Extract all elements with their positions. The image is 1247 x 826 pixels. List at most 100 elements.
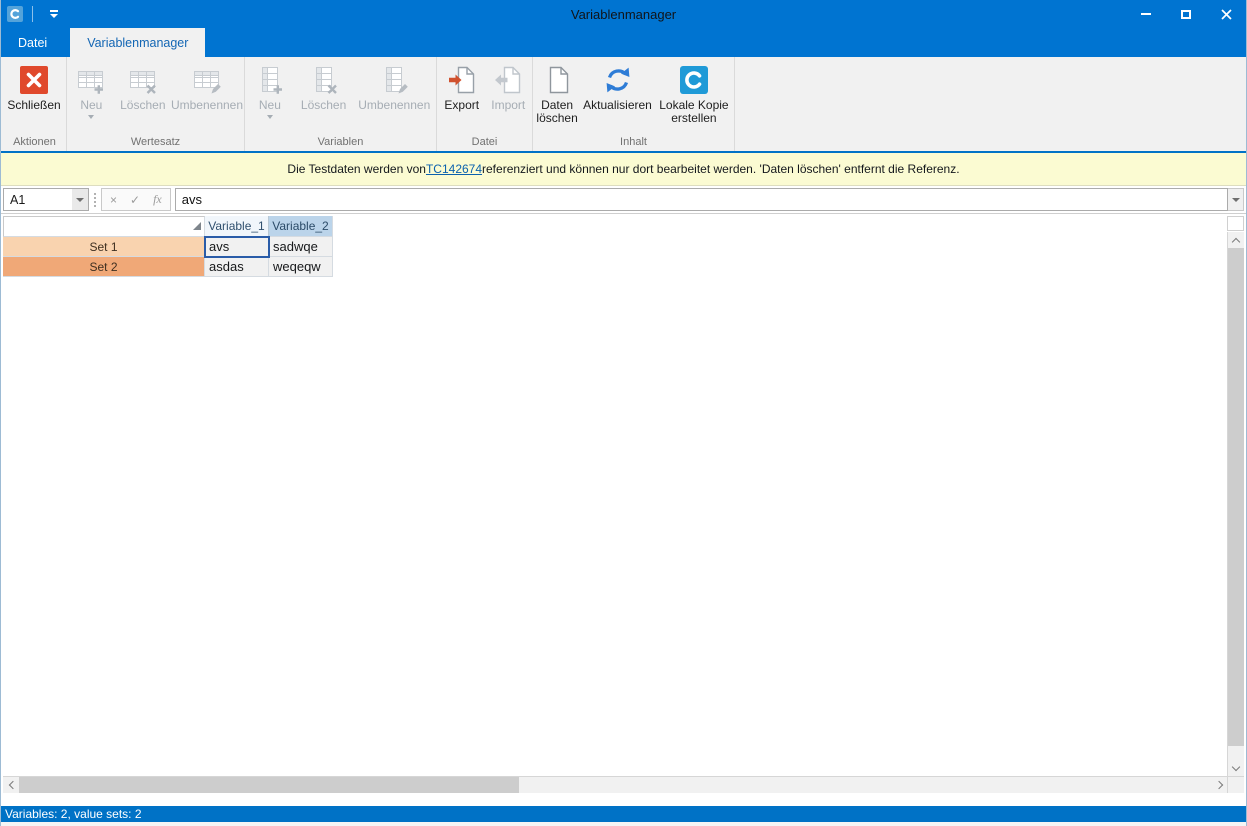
button-label: Neu — [259, 99, 281, 112]
group-label-variablen: Variablen — [246, 136, 435, 151]
expand-formula-bar-button[interactable] — [1228, 188, 1244, 211]
button-label: Export — [444, 99, 479, 112]
ribbon-group-datei: Export Import Datei — [437, 57, 533, 151]
chevron-down-icon — [76, 198, 84, 202]
chevron-right-icon — [1214, 781, 1222, 789]
group-label-datei: Datei — [438, 136, 531, 151]
cell-a2[interactable]: asdas — [205, 257, 269, 277]
row-header-set-1[interactable]: Set 1 — [3, 237, 205, 257]
ribbon-group-variablen: Neu Löschen Umbenennen Variablen — [245, 57, 437, 151]
button-label: Schließen — [7, 99, 60, 112]
formula-buttons: × ✓ fx — [101, 188, 171, 211]
variablen-umbenennen-button[interactable]: Umbenennen — [353, 59, 435, 136]
export-button[interactable]: Export — [438, 59, 485, 136]
schliessen-button[interactable]: Schließen — [4, 59, 64, 136]
close-x-icon — [19, 63, 49, 97]
scroll-up-button[interactable] — [1228, 232, 1244, 248]
import-file-icon — [493, 63, 523, 97]
button-label: Umbenennen — [358, 99, 430, 112]
row-header-set-2[interactable]: Set 2 — [3, 257, 205, 277]
table-row-rename-icon — [192, 63, 222, 97]
ribbon-tab-row: Datei Variablenmanager — [1, 28, 1246, 57]
cell-b2[interactable]: weqeqw — [269, 257, 333, 277]
cell-a1-selected[interactable]: avs — [205, 237, 269, 257]
select-all-triangle-icon — [193, 222, 201, 230]
status-text: Variables: 2, value sets: 2 — [5, 807, 142, 821]
button-label: Daten löschen — [534, 99, 580, 125]
cancel-entry-button[interactable]: × — [110, 193, 117, 207]
window-controls — [1126, 0, 1246, 28]
ribbon-group-inhalt: Daten löschen Aktualisieren Lokale Kopie… — [533, 57, 735, 151]
app-logo-icon — [679, 63, 709, 97]
vertical-scrollbar[interactable] — [1227, 232, 1244, 776]
daten-loeschen-button[interactable]: Daten löschen — [534, 59, 580, 136]
horizontal-scrollbar[interactable] — [3, 776, 1228, 793]
ribbon: Schließen Aktionen Neu Löschen — [1, 57, 1246, 153]
table-column-add-icon — [255, 63, 285, 97]
formula-bar: A1 × ✓ fx avs — [1, 186, 1246, 214]
cell-name-box[interactable]: A1 — [3, 188, 89, 211]
value-set-table: Variable_1 Variable_2 Set 1 avs sadwqe S… — [3, 216, 333, 277]
lokale-kopie-erstellen-button[interactable]: Lokale Kopie erstellen — [655, 59, 733, 136]
import-button[interactable]: Import — [485, 59, 531, 136]
scroll-right-button[interactable] — [1212, 777, 1228, 793]
chevron-left-icon — [8, 781, 16, 789]
button-label: Lokale Kopie erstellen — [655, 99, 733, 125]
scrollbar-corner — [1227, 776, 1244, 793]
chevron-down-icon — [267, 115, 273, 119]
variablen-neu-button[interactable]: Neu — [246, 59, 294, 136]
button-label: Import — [491, 99, 525, 112]
maximize-button[interactable] — [1166, 0, 1206, 28]
insert-function-button[interactable]: fx — [153, 192, 162, 207]
wertesatz-umbenennen-button[interactable]: Umbenennen — [171, 59, 243, 136]
button-label: Neu — [80, 99, 102, 112]
ribbon-group-aktionen: Schließen Aktionen — [3, 57, 67, 151]
button-label: Aktualisieren — [583, 99, 652, 112]
refresh-icon — [603, 63, 633, 97]
chevron-down-icon — [1232, 762, 1240, 770]
formula-input[interactable]: avs — [175, 188, 1228, 211]
cell-reference: A1 — [4, 193, 72, 207]
confirm-entry-button[interactable]: ✓ — [130, 193, 140, 207]
table-column-delete-icon — [309, 63, 339, 97]
vertical-scroll-thumb[interactable] — [1228, 248, 1244, 746]
window-bottom-edge — [1, 822, 1246, 826]
title-bar: Variablenmanager — [1, 0, 1246, 28]
reference-info-bar: Die Testdaten werden von TC142674 refere… — [1, 153, 1246, 186]
close-icon — [1221, 9, 1232, 20]
formula-bar-splitter[interactable] — [89, 193, 101, 207]
button-label: Löschen — [301, 99, 346, 112]
scroll-left-button[interactable] — [3, 777, 19, 793]
tab-datei[interactable]: Datei — [1, 28, 64, 57]
info-text-before: Die Testdaten werden von — [287, 162, 426, 176]
wertesatz-loeschen-button[interactable]: Löschen — [115, 59, 171, 136]
scroll-down-button[interactable] — [1228, 760, 1244, 776]
testcase-link[interactable]: TC142674 — [426, 162, 482, 176]
group-label-aktionen: Aktionen — [4, 136, 65, 151]
button-label: Löschen — [120, 99, 165, 112]
close-window-button[interactable] — [1206, 0, 1246, 28]
chevron-down-icon — [88, 115, 94, 119]
minimize-button[interactable] — [1126, 0, 1166, 28]
cell-b1[interactable]: sadwqe — [269, 237, 333, 257]
group-label-wertesatz: Wertesatz — [68, 136, 243, 151]
tab-variablenmanager[interactable]: Variablenmanager — [70, 28, 205, 57]
blank-page-icon — [542, 63, 572, 97]
column-header-variable-1[interactable]: Variable_1 — [205, 216, 269, 237]
spreadsheet-area: Variable_1 Variable_2 Set 1 avs sadwqe S… — [1, 214, 1246, 806]
export-file-icon — [447, 63, 477, 97]
wertesatz-neu-button[interactable]: Neu — [68, 59, 115, 136]
variablen-loeschen-button[interactable]: Löschen — [294, 59, 354, 136]
table-row-add-icon — [76, 63, 106, 97]
minimize-icon — [1141, 13, 1151, 15]
button-label: Umbenennen — [171, 99, 243, 112]
ribbon-group-wertesatz: Neu Löschen Umbenennen Wertesatz — [67, 57, 245, 151]
status-bar: Variables: 2, value sets: 2 — [1, 806, 1246, 822]
select-all-corner-cell[interactable] — [3, 216, 205, 237]
aktualisieren-button[interactable]: Aktualisieren — [580, 59, 655, 136]
name-box-dropdown-button[interactable] — [72, 189, 88, 210]
table-row-delete-icon — [128, 63, 158, 97]
window-title: Variablenmanager — [1, 7, 1246, 22]
horizontal-scroll-thumb[interactable] — [19, 777, 519, 793]
column-header-variable-2[interactable]: Variable_2 — [269, 216, 333, 237]
